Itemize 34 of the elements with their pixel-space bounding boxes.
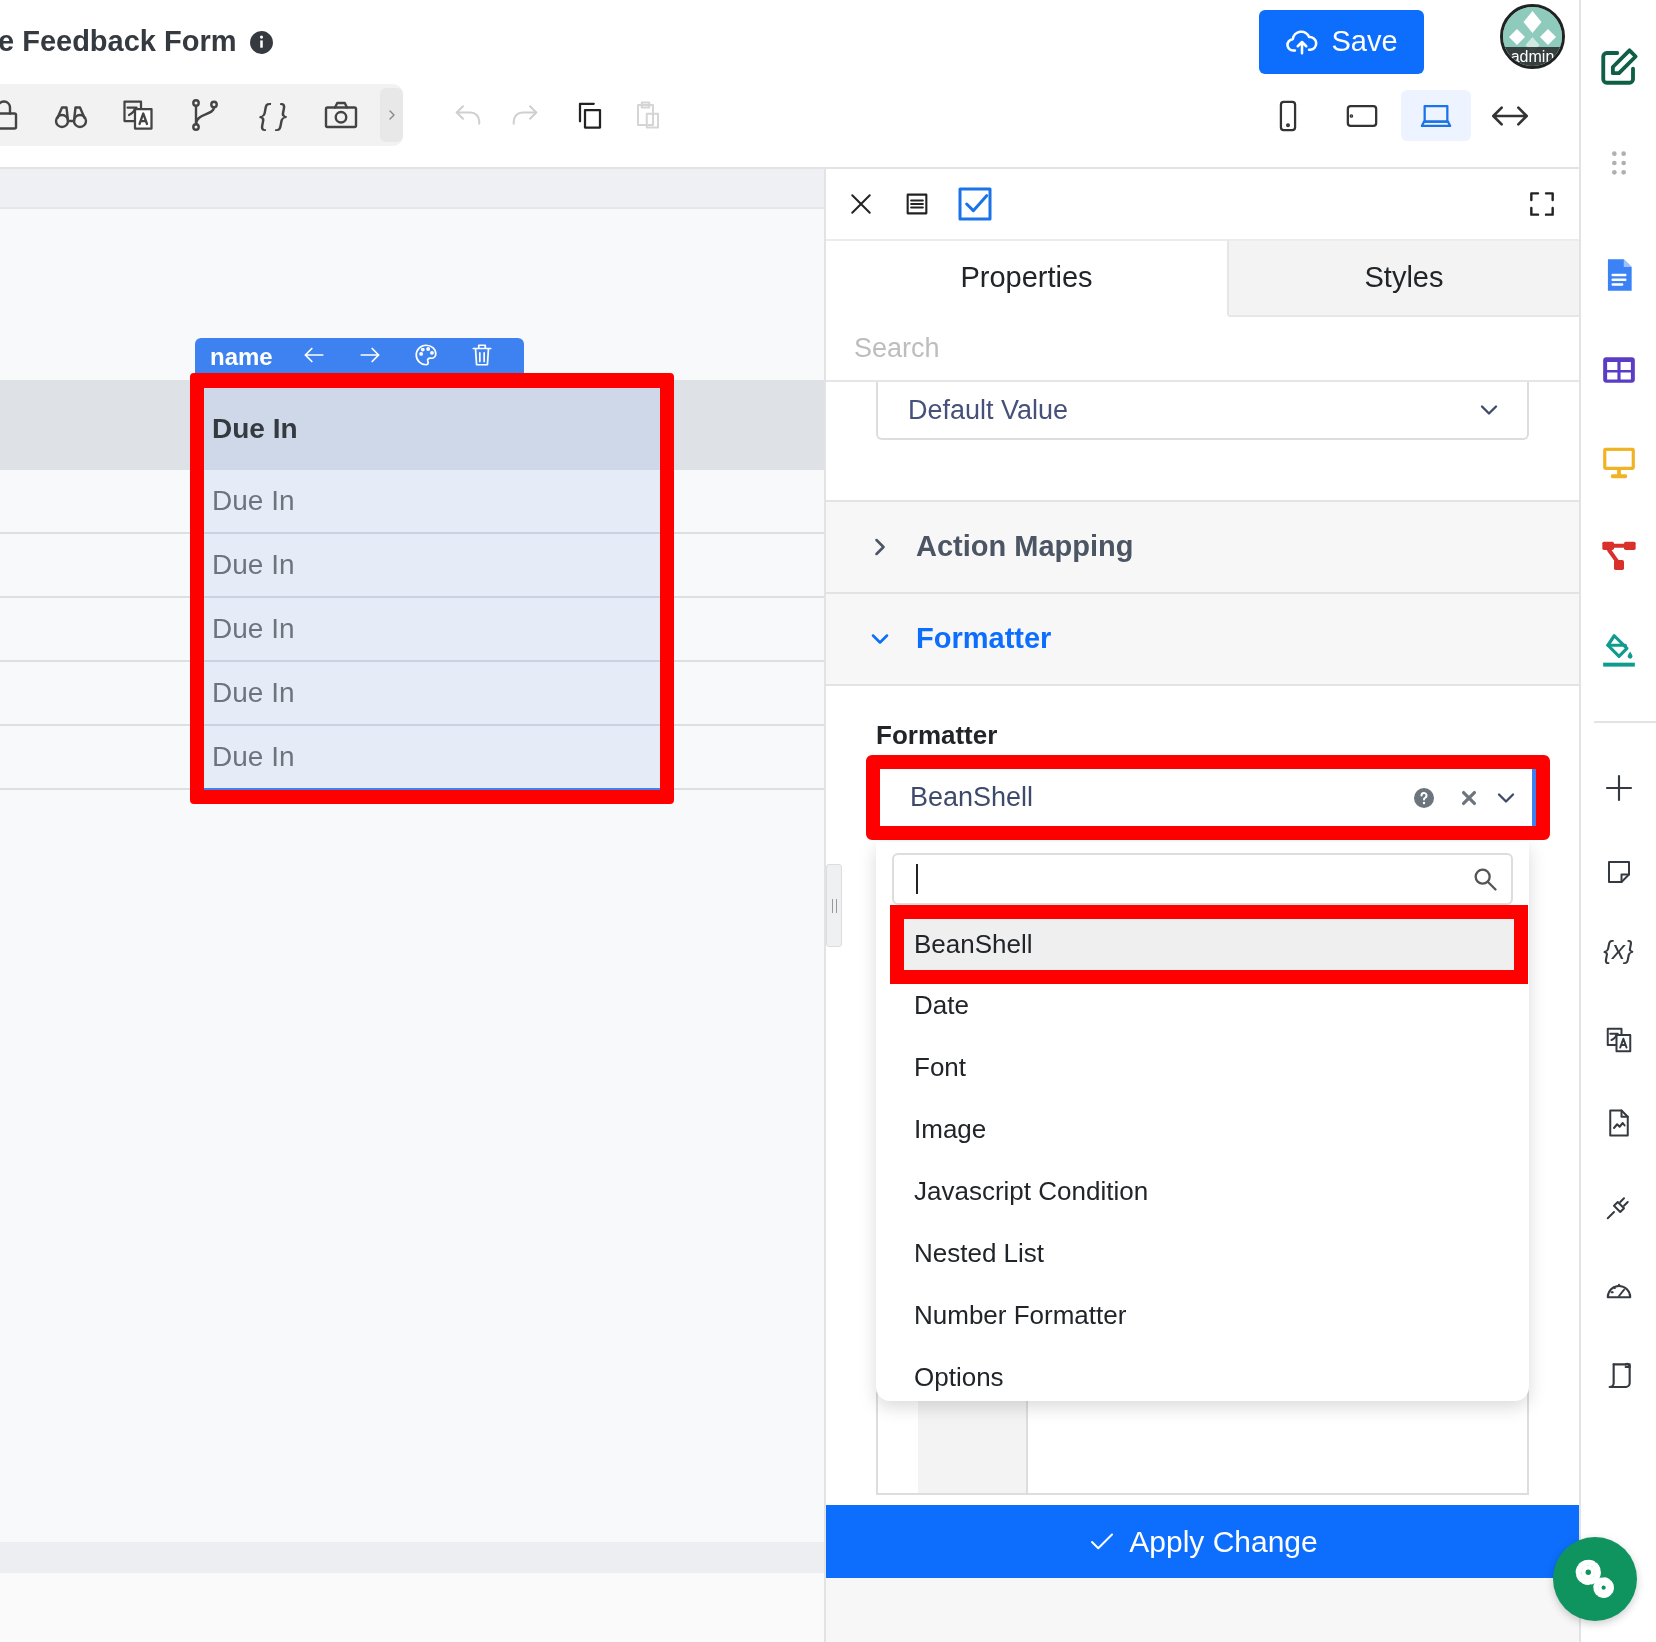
dropdown-option[interactable]: Number Formatter xyxy=(876,1284,1529,1346)
dropdown-option[interactable]: Options xyxy=(876,1346,1529,1401)
panel-tab[interactable]: Styles xyxy=(1229,239,1579,317)
settings-button[interactable] xyxy=(1553,1537,1637,1621)
panel-tab[interactable]: Properties xyxy=(826,239,1229,317)
section-header[interactable]: Action Mapping xyxy=(826,500,1579,592)
help-icon[interactable] xyxy=(1412,785,1436,810)
section-header[interactable]: Formatter xyxy=(826,592,1579,684)
dropdown-search-field[interactable] xyxy=(892,853,1513,905)
column-header: Due In xyxy=(204,388,660,470)
dropdown-option[interactable]: Javascript Condition xyxy=(876,1160,1529,1222)
dropdown-option[interactable]: Nested List xyxy=(876,1222,1529,1284)
window-title: e Feedback Form xyxy=(0,24,237,60)
palette-icon[interactable] xyxy=(412,342,439,368)
dropdown-option[interactable]: Font xyxy=(876,1036,1529,1098)
save-button[interactable]: Save xyxy=(1259,10,1424,74)
info-icon[interactable] xyxy=(248,29,274,55)
braces-icon[interactable]: { } xyxy=(254,97,293,133)
dropdown-option[interactable]: Image xyxy=(876,1098,1529,1160)
text-cursor xyxy=(916,864,918,894)
table-cell: Due In xyxy=(204,726,660,790)
column-name-label: name xyxy=(210,342,273,372)
table-cell: Due In xyxy=(204,470,660,534)
table-cell: Due In xyxy=(204,662,660,726)
resize-handle[interactable] xyxy=(826,864,842,947)
laptop-view-button[interactable] xyxy=(1401,90,1471,141)
dropdown-option[interactable]: BeanShell xyxy=(890,905,1528,984)
table-cell: Due In xyxy=(204,598,660,662)
field-label: Formatter xyxy=(876,720,999,750)
default-value-select[interactable]: Default Value xyxy=(876,382,1529,440)
variables-icon[interactable]: {x} xyxy=(1603,934,1634,966)
table-cell: Due In xyxy=(204,534,660,598)
translate-icon[interactable] xyxy=(120,97,156,133)
apply-change-button[interactable]: Apply Change xyxy=(826,1505,1579,1578)
